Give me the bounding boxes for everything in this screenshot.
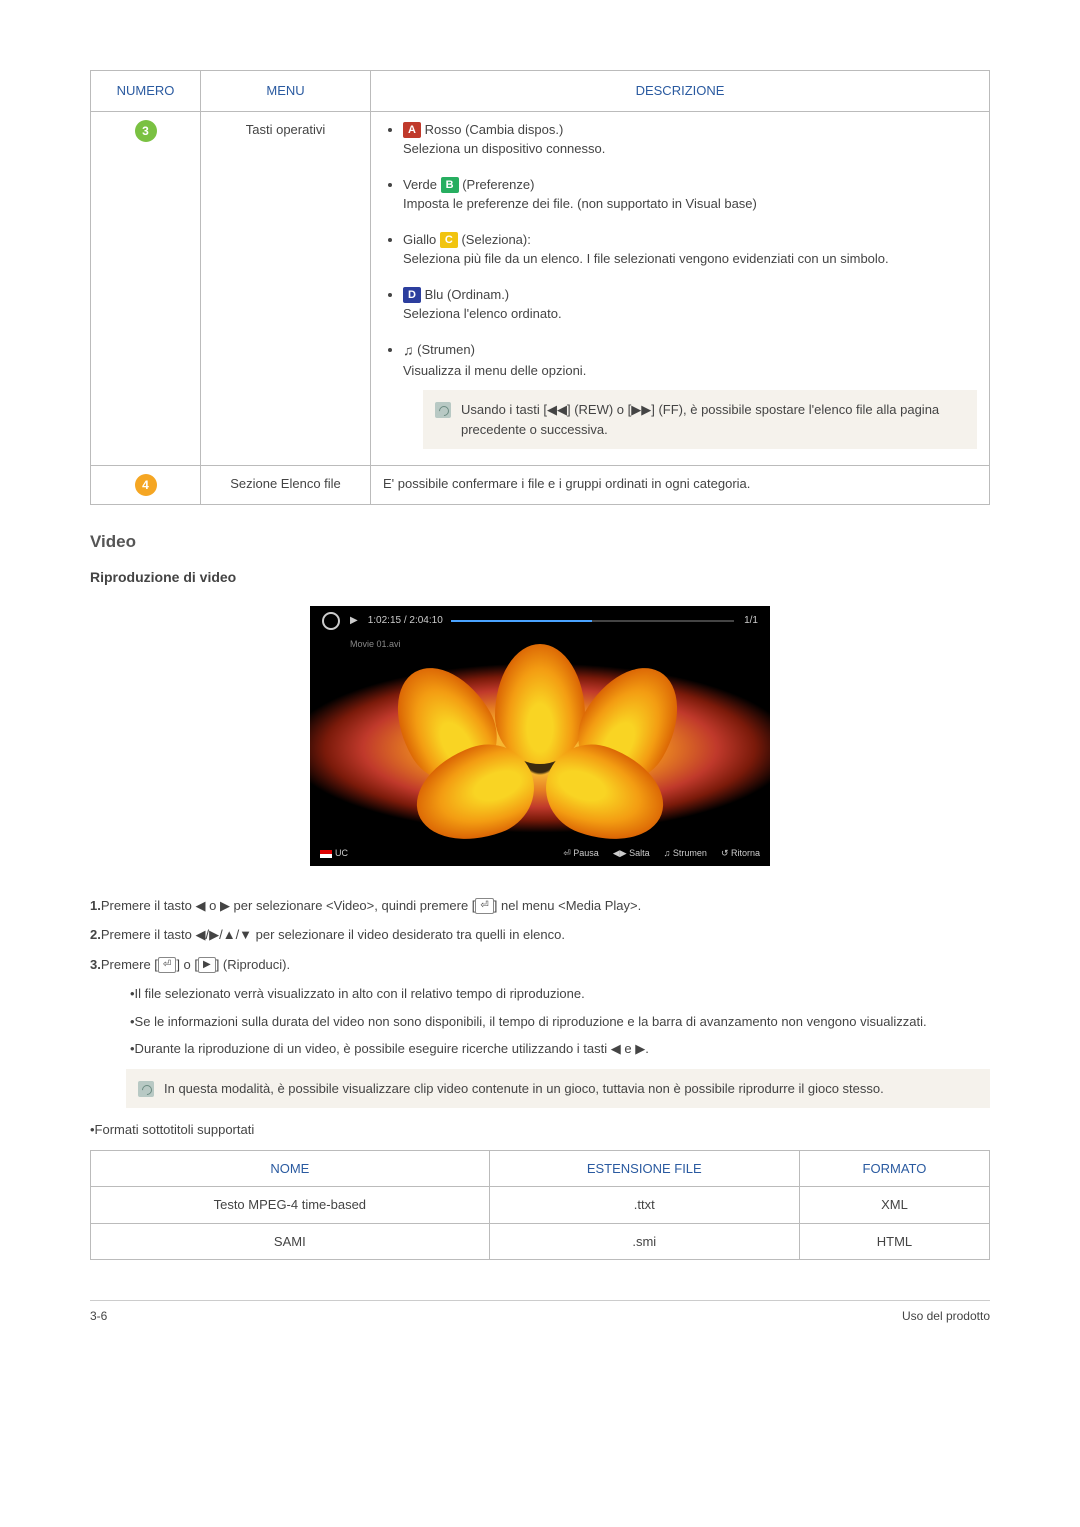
video-player-screenshot: ▶ 1:02:15 / 2:04:10 1/1 Movie 01.avi UC … (310, 606, 770, 866)
progress-bar (451, 620, 734, 622)
rew-ff-note: Usando i tasti [◀◀] (REW) o [▶▶] (FF), è… (423, 390, 977, 449)
play-icon: ▶ (350, 613, 358, 628)
th-menu: MENU (201, 71, 371, 112)
formats-label: •Formati sottotitoli supportati (90, 1120, 990, 1140)
game-clip-note: In questa modalità, è possibile visualiz… (126, 1069, 990, 1109)
counter-label: 1/1 (744, 613, 758, 628)
page-number: 3-6 (90, 1307, 107, 1325)
descr-cell: E' possibile confermare i file e i grupp… (371, 466, 990, 505)
skip-control: ◀▶ Salta (613, 847, 650, 861)
menu-cell: Tasti operativi (201, 111, 371, 466)
flag-icon (320, 850, 332, 858)
enter-key-icon: ⏎ (158, 957, 176, 973)
tools-icon: ♫ (403, 340, 414, 361)
video-frame-image (310, 654, 770, 842)
th-ext: ESTENSIONE FILE (489, 1150, 799, 1187)
tools-control: ♫ Strumen (664, 847, 707, 861)
th-formato: FORMATO (799, 1150, 989, 1187)
enter-key-icon: ⏎ (475, 898, 493, 914)
descr-cell: A Rosso (Cambia dispos.) Seleziona un di… (371, 111, 990, 466)
time-label: 1:02:15 / 2:04:10 (368, 613, 443, 628)
th-descrizione: DESCRIZIONE (371, 71, 990, 112)
badge-4-icon: 4 (135, 474, 157, 496)
uc-label: UC (335, 847, 348, 861)
table-row: SAMI .smi HTML (91, 1223, 990, 1260)
th-nome: NOME (91, 1150, 490, 1187)
footer-title: Uso del prodotto (902, 1307, 990, 1325)
table-row: Testo MPEG-4 time-based .ttxt XML (91, 1187, 990, 1224)
steps-list: 1.Premere il tasto ◀ o ▶ per selezionare… (90, 896, 990, 1140)
return-control: ↺ Ritorna (721, 847, 760, 861)
th-numero: NUMERO (91, 71, 201, 112)
note-icon (435, 402, 451, 418)
letter-d-icon: D (403, 287, 421, 303)
page-footer: 3-6 Uso del prodotto (90, 1300, 990, 1325)
table-row: 4 Sezione Elenco file E' possibile confe… (91, 466, 990, 505)
video-heading: Video (90, 529, 990, 555)
play-key-icon: ▶ (198, 957, 216, 973)
letter-a-icon: A (403, 122, 421, 138)
menu-cell: Sezione Elenco file (201, 466, 371, 505)
video-subheading: Riproduzione di video (90, 567, 990, 588)
film-reel-icon (322, 612, 340, 630)
letter-c-icon: C (440, 232, 458, 248)
badge-3-icon: 3 (135, 120, 157, 142)
note-icon (138, 1081, 154, 1097)
table-row: 3 Tasti operativi A Rosso (Cambia dispos… (91, 111, 990, 466)
letter-b-icon: B (441, 177, 459, 193)
operations-table: NUMERO MENU DESCRIZIONE 3 Tasti operativ… (90, 70, 990, 505)
pause-control: ⏎ Pausa (563, 847, 599, 861)
subtitle-formats-table: NOME ESTENSIONE FILE FORMATO Testo MPEG-… (90, 1150, 990, 1261)
